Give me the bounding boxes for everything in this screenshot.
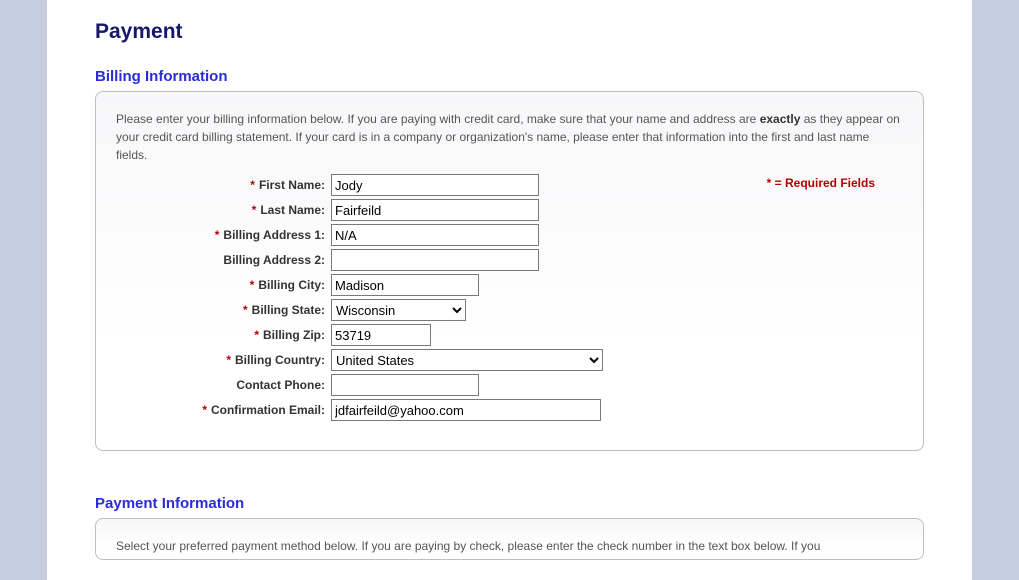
- billing-heading: Billing Information: [95, 68, 924, 85]
- row-last-name: *Last Name:: [116, 199, 903, 221]
- billing-intro: Please enter your billing information be…: [116, 110, 903, 164]
- required-star-icon: *: [250, 178, 255, 192]
- required-star-icon: *: [254, 328, 259, 342]
- label-text: Billing Zip:: [263, 328, 325, 342]
- row-addr1: *Billing Address 1:: [116, 224, 903, 246]
- label-country: * Billing Country:: [116, 353, 331, 367]
- billing-intro-prefix: Please enter your billing information be…: [116, 112, 760, 126]
- required-legend-text: = Required Fields: [775, 176, 875, 190]
- label-text: Billing City:: [258, 278, 325, 292]
- contact-phone-input[interactable]: [331, 374, 479, 396]
- billing-zip-input[interactable]: [331, 324, 431, 346]
- label-text: Billing Address 2:: [223, 253, 325, 267]
- label-text: Billing Address 1:: [223, 228, 325, 242]
- billing-address-1-input[interactable]: [331, 224, 539, 246]
- page-title: Payment: [95, 20, 924, 44]
- label-text: Billing Country:: [235, 353, 325, 367]
- row-city: *Billing City:: [116, 274, 903, 296]
- billing-city-input[interactable]: [331, 274, 479, 296]
- label-last-name: *Last Name:: [116, 203, 331, 217]
- required-legend: * = Required Fields: [767, 176, 875, 190]
- confirmation-email-input[interactable]: [331, 399, 601, 421]
- row-state: * Billing State: Wisconsin: [116, 299, 903, 321]
- label-email: * Confirmation Email:: [116, 403, 331, 417]
- payment-intro: Select your preferred payment method bel…: [116, 537, 903, 555]
- row-zip: * Billing Zip:: [116, 324, 903, 346]
- label-addr1: *Billing Address 1:: [116, 228, 331, 242]
- last-name-input[interactable]: [331, 199, 539, 221]
- required-star-icon: *: [767, 176, 772, 190]
- row-email: * Confirmation Email:: [116, 399, 903, 421]
- billing-panel: Please enter your billing information be…: [95, 91, 924, 451]
- required-star-icon: *: [202, 403, 207, 417]
- payment-heading: Payment Information: [95, 495, 924, 512]
- required-star-icon: *: [215, 228, 220, 242]
- billing-intro-bold: exactly: [760, 112, 801, 126]
- row-addr2: Billing Address 2:: [116, 249, 903, 271]
- payment-panel: Select your preferred payment method bel…: [95, 518, 924, 560]
- required-star-icon: *: [226, 353, 231, 367]
- label-text: Confirmation Email:: [211, 403, 325, 417]
- first-name-input[interactable]: [331, 174, 539, 196]
- content-inner: Payment Billing Information Please enter…: [47, 0, 972, 580]
- billing-address-2-input[interactable]: [331, 249, 539, 271]
- label-first-name: * First Name:: [116, 178, 331, 192]
- row-country: * Billing Country: United States: [116, 349, 903, 371]
- required-star-icon: *: [252, 203, 257, 217]
- billing-state-select[interactable]: Wisconsin: [331, 299, 466, 321]
- row-phone: Contact Phone:: [116, 374, 903, 396]
- label-text: Contact Phone:: [236, 378, 325, 392]
- label-addr2: Billing Address 2:: [116, 253, 331, 267]
- required-star-icon: *: [243, 303, 248, 317]
- label-city: *Billing City:: [116, 278, 331, 292]
- label-text: Last Name:: [260, 203, 325, 217]
- label-state: * Billing State:: [116, 303, 331, 317]
- label-text: Billing State:: [252, 303, 325, 317]
- page-container: Payment Billing Information Please enter…: [47, 0, 972, 580]
- label-zip: * Billing Zip:: [116, 328, 331, 342]
- billing-country-select[interactable]: United States: [331, 349, 603, 371]
- label-text: First Name:: [259, 178, 325, 192]
- required-star-icon: *: [250, 278, 255, 292]
- label-phone: Contact Phone:: [116, 378, 331, 392]
